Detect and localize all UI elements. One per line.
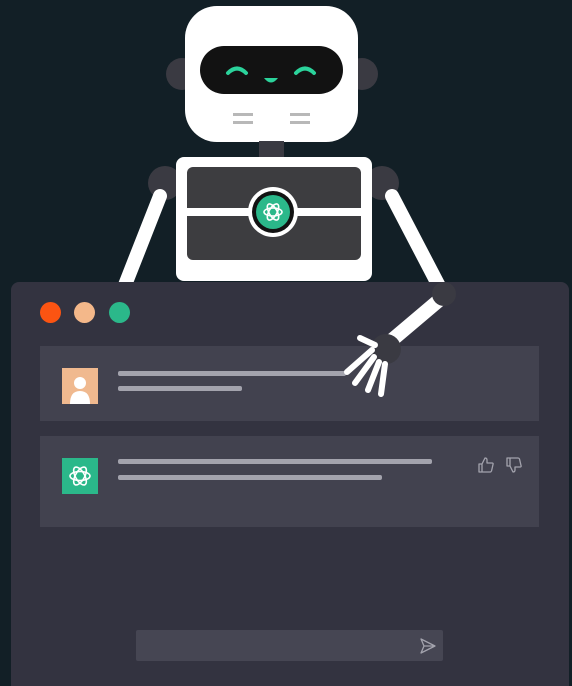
robot-visor bbox=[200, 46, 343, 94]
assistant-message bbox=[40, 436, 539, 527]
user-message-text-line-1 bbox=[118, 371, 346, 376]
send-icon[interactable] bbox=[419, 637, 437, 655]
user-avatar-icon bbox=[62, 368, 98, 404]
chat-window bbox=[11, 282, 569, 686]
openai-logo-icon bbox=[62, 458, 98, 494]
assistant-message-text-line-1 bbox=[118, 459, 432, 464]
user-message-text-line-2 bbox=[118, 386, 242, 391]
thumbs-down-icon[interactable] bbox=[505, 456, 523, 474]
thumbs-up-icon[interactable] bbox=[477, 456, 495, 474]
message-actions bbox=[471, 456, 523, 479]
message-input[interactable] bbox=[136, 630, 443, 661]
close-dot[interactable] bbox=[40, 302, 61, 323]
user-message bbox=[40, 346, 539, 421]
minimize-dot[interactable] bbox=[74, 302, 95, 323]
assistant-message-text-line-2 bbox=[118, 475, 382, 480]
maximize-dot[interactable] bbox=[109, 302, 130, 323]
